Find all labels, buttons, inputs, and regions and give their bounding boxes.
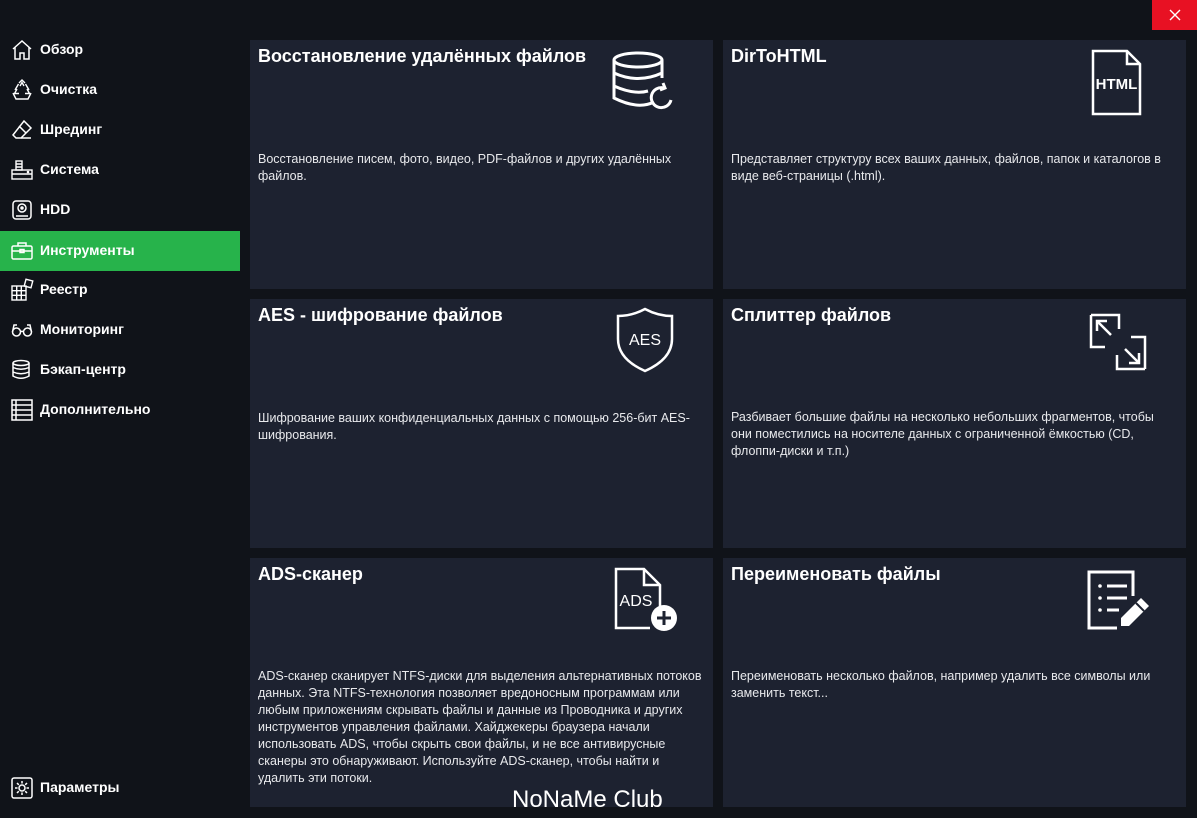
glasses-icon [10, 318, 34, 342]
sidebar-item-overview[interactable]: Обзор [0, 30, 240, 70]
sidebar-item-label: HDD [40, 201, 71, 217]
gear-icon [10, 776, 34, 800]
split-arrows-icon [1083, 307, 1153, 377]
list-icon [10, 398, 34, 422]
sidebar-item-advanced[interactable]: Дополнительно [0, 390, 240, 430]
recycle-icon [10, 78, 34, 102]
sidebar-item-monitoring[interactable]: Мониторинг [0, 310, 240, 350]
card-description: ADS-сканер сканирует NTFS-диски для выде… [258, 669, 702, 785]
close-icon [1169, 9, 1180, 21]
shield-icon: AES [610, 305, 680, 375]
ads-icon-text: ADS [619, 593, 653, 610]
sidebar-item-system[interactable]: Система [0, 150, 240, 190]
card-description: Представляет структуру всех ваших данных… [731, 152, 1161, 183]
registry-icon [10, 278, 34, 302]
sidebar-item-settings[interactable]: Параметры [0, 768, 240, 808]
sidebar-item-shredding[interactable]: Шрединг [0, 110, 240, 150]
card-description: Восстановление писем, фото, видео, PDF-ф… [258, 152, 672, 183]
sidebar-item-hdd[interactable]: HDD [0, 190, 240, 230]
sidebar-item-label: Реестр [40, 281, 88, 297]
toolbox-icon [10, 239, 34, 263]
tool-card-rename-files[interactable]: Переименовать файлы Переименовать нескол… [723, 558, 1186, 807]
eraser-icon [10, 118, 34, 142]
close-button[interactable] [1152, 0, 1197, 30]
card-description: Разбивает большие файлы на несколько неб… [731, 410, 1154, 458]
tool-card-aes-encryption[interactable]: AES - шифрование файлов AES Шифрование в… [250, 299, 713, 548]
tool-card-file-splitter[interactable]: Сплиттер файлов Разбивает большие файлы … [723, 299, 1186, 548]
database-icon [10, 358, 34, 382]
sidebar-item-label: Очистка [40, 81, 98, 97]
html-file-icon: HTML [1081, 48, 1151, 118]
sidebar-item-backup[interactable]: Бэкап-центр [0, 350, 240, 390]
card-title: Сплиттер файлов [731, 305, 892, 325]
tool-card-recover-files[interactable]: Восстановление удалённых файлов Восстано… [250, 40, 713, 289]
sidebar-item-label: Система [40, 161, 99, 177]
tool-card-ads-scanner[interactable]: ADS-сканер ADS ADS-сканер сканирует NTFS… [250, 558, 713, 807]
sidebar-item-label: Шрединг [40, 121, 103, 137]
sidebar: Обзор Очистка Шрединг Система HDD Инстру… [0, 0, 240, 818]
sidebar-item-label: Обзор [40, 41, 84, 57]
watermark-text: NoNaMe Club [512, 786, 663, 813]
card-description: Шифрование ваших конфиденциальных данных… [258, 411, 690, 442]
database-restore-icon [610, 48, 680, 118]
card-title: Восстановление удалённых файлов [258, 46, 587, 66]
sidebar-item-cleanup[interactable]: Очистка [0, 70, 240, 110]
tool-card-dirtohtml[interactable]: DirToHTML HTML Представляет структуру вс… [723, 40, 1186, 289]
settings-label: Параметры [40, 779, 120, 795]
sidebar-item-registry[interactable]: Реестр [0, 270, 240, 310]
card-description: Переименовать несколько файлов, например… [731, 669, 1151, 700]
sidebar-item-label: Бэкап-центр [40, 361, 126, 377]
sidebar-item-label: Мониторинг [40, 321, 124, 337]
html-icon-text: HTML [1095, 76, 1138, 93]
card-title: Переименовать файлы [731, 564, 941, 584]
card-title: AES - шифрование файлов [258, 305, 503, 325]
aes-icon-text: AES [628, 332, 661, 349]
hdd-icon [10, 198, 34, 222]
system-icon [10, 158, 34, 182]
card-title: ADS-сканер [258, 564, 363, 584]
home-icon [10, 38, 34, 62]
sidebar-item-label: Инструменты [40, 242, 135, 258]
edit-list-icon [1083, 566, 1153, 636]
sidebar-item-label: Дополнительно [40, 401, 151, 417]
ads-add-file-icon: ADS [610, 566, 680, 636]
sidebar-item-tools[interactable]: Инструменты [0, 231, 240, 271]
card-title: DirToHTML [731, 46, 827, 66]
